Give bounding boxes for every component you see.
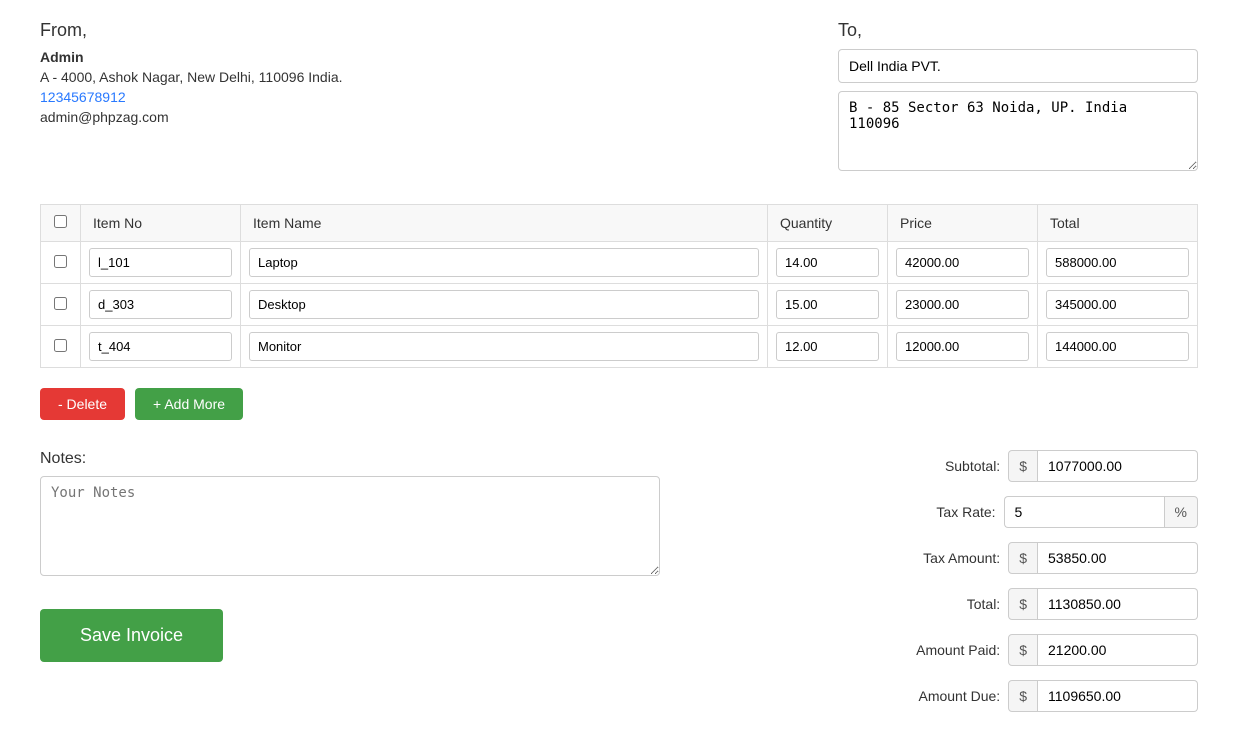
- row-total-cell: [1038, 326, 1198, 368]
- row-price-cell: [888, 284, 1038, 326]
- tax-amount-input[interactable]: [1038, 542, 1198, 574]
- row-price-cell: [888, 326, 1038, 368]
- row-total-input-1[interactable]: [1046, 290, 1189, 319]
- row-item-no-cell: [81, 326, 241, 368]
- row-total-cell: [1038, 284, 1198, 326]
- tax-rate-row: Tax Rate: %: [828, 496, 1198, 528]
- row-item-no-input-2[interactable]: [89, 332, 232, 361]
- header-checkbox-cell: [41, 205, 81, 242]
- percent-symbol: %: [1164, 496, 1198, 528]
- total-input-group: $: [1008, 588, 1198, 620]
- totals-section: Subtotal: $ Tax Rate: % Tax Amount: $ To…: [828, 450, 1198, 726]
- tax-rate-input[interactable]: [1004, 496, 1164, 528]
- subtotal-row: Subtotal: $: [828, 450, 1198, 482]
- amount-due-label: Amount Due:: [880, 688, 1000, 704]
- row-item-no-input-1[interactable]: [89, 290, 232, 319]
- amount-paid-input[interactable]: [1038, 634, 1198, 666]
- subtotal-input-group: $: [1008, 450, 1198, 482]
- row-price-input-0[interactable]: [896, 248, 1029, 277]
- row-quantity-input-1[interactable]: [776, 290, 879, 319]
- amount-paid-dollar-symbol: $: [1008, 634, 1038, 666]
- row-item-name-input-0[interactable]: [249, 248, 759, 277]
- total-label: Total:: [880, 596, 1000, 612]
- tax-rate-input-group: %: [1004, 496, 1198, 528]
- row-item-no-input-0[interactable]: [89, 248, 232, 277]
- row-checkbox-cell: [41, 326, 81, 368]
- items-table-section: Item No Item Name Quantity Price Total: [40, 204, 1198, 368]
- items-table: Item No Item Name Quantity Price Total: [40, 204, 1198, 368]
- table-row: [41, 284, 1198, 326]
- amount-paid-input-group: $: [1008, 634, 1198, 666]
- table-row: [41, 326, 1198, 368]
- row-quantity-input-0[interactable]: [776, 248, 879, 277]
- row-quantity-cell: [768, 326, 888, 368]
- total-input[interactable]: [1038, 588, 1198, 620]
- row-checkbox-2[interactable]: [54, 339, 67, 352]
- header-quantity: Quantity: [768, 205, 888, 242]
- row-item-name-input-1[interactable]: [249, 290, 759, 319]
- to-label: To,: [838, 20, 1198, 41]
- row-quantity-cell: [768, 284, 888, 326]
- amount-due-input-group: $: [1008, 680, 1198, 712]
- subtotal-dollar-symbol: $: [1008, 450, 1038, 482]
- from-address: A - 4000, Ashok Nagar, New Delhi, 110096…: [40, 69, 619, 85]
- from-section: From, Admin A - 4000, Ashok Nagar, New D…: [40, 20, 619, 174]
- row-item-no-cell: [81, 242, 241, 284]
- row-item-name-input-2[interactable]: [249, 332, 759, 361]
- row-item-name-cell: [241, 242, 768, 284]
- select-all-checkbox[interactable]: [54, 215, 67, 228]
- from-phone: 12345678912: [40, 89, 619, 105]
- row-checkbox-1[interactable]: [54, 297, 67, 310]
- to-address-input[interactable]: B - 85 Sector 63 Noida, UP. India 110096: [838, 91, 1198, 171]
- tax-amount-row: Tax Amount: $: [828, 542, 1198, 574]
- amount-paid-row: Amount Paid: $: [828, 634, 1198, 666]
- tax-amount-label: Tax Amount:: [880, 550, 1000, 566]
- notes-label: Notes:: [40, 450, 660, 468]
- amount-paid-label: Amount Paid:: [880, 642, 1000, 658]
- from-name: Admin: [40, 49, 619, 65]
- row-checkbox-0[interactable]: [54, 255, 67, 268]
- total-row: Total: $: [828, 588, 1198, 620]
- subtotal-input[interactable]: [1038, 450, 1198, 482]
- row-price-input-1[interactable]: [896, 290, 1029, 319]
- amount-due-dollar-symbol: $: [1008, 680, 1038, 712]
- amount-due-input[interactable]: [1038, 680, 1198, 712]
- notes-section: Notes: Save Invoice: [40, 450, 660, 662]
- row-price-cell: [888, 242, 1038, 284]
- table-row: [41, 242, 1198, 284]
- action-buttons-row: - Delete + Add More: [40, 388, 1198, 420]
- header-price: Price: [888, 205, 1038, 242]
- delete-button[interactable]: - Delete: [40, 388, 125, 420]
- row-total-cell: [1038, 242, 1198, 284]
- tax-rate-label: Tax Rate:: [876, 504, 996, 520]
- row-checkbox-cell: [41, 284, 81, 326]
- to-company-input[interactable]: [838, 49, 1198, 83]
- bottom-section: Notes: Save Invoice Subtotal: $ Tax Rate…: [40, 450, 1198, 726]
- notes-input[interactable]: [40, 476, 660, 576]
- row-quantity-input-2[interactable]: [776, 332, 879, 361]
- tax-amount-input-group: $: [1008, 542, 1198, 574]
- from-email: admin@phpzag.com: [40, 109, 619, 125]
- row-item-no-cell: [81, 284, 241, 326]
- row-checkbox-cell: [41, 242, 81, 284]
- row-item-name-cell: [241, 284, 768, 326]
- header-total: Total: [1038, 205, 1198, 242]
- row-total-input-2[interactable]: [1046, 332, 1189, 361]
- save-section: Save Invoice: [40, 609, 660, 662]
- subtotal-label: Subtotal:: [880, 458, 1000, 474]
- header-item-name: Item Name: [241, 205, 768, 242]
- add-more-button[interactable]: + Add More: [135, 388, 243, 420]
- header-item-no: Item No: [81, 205, 241, 242]
- tax-amount-dollar-symbol: $: [1008, 542, 1038, 574]
- row-total-input-0[interactable]: [1046, 248, 1189, 277]
- amount-due-row: Amount Due: $: [828, 680, 1198, 712]
- row-price-input-2[interactable]: [896, 332, 1029, 361]
- from-label: From,: [40, 20, 619, 41]
- row-quantity-cell: [768, 242, 888, 284]
- row-item-name-cell: [241, 326, 768, 368]
- save-invoice-button[interactable]: Save Invoice: [40, 609, 223, 662]
- total-dollar-symbol: $: [1008, 588, 1038, 620]
- to-section: To, B - 85 Sector 63 Noida, UP. India 11…: [619, 20, 1198, 174]
